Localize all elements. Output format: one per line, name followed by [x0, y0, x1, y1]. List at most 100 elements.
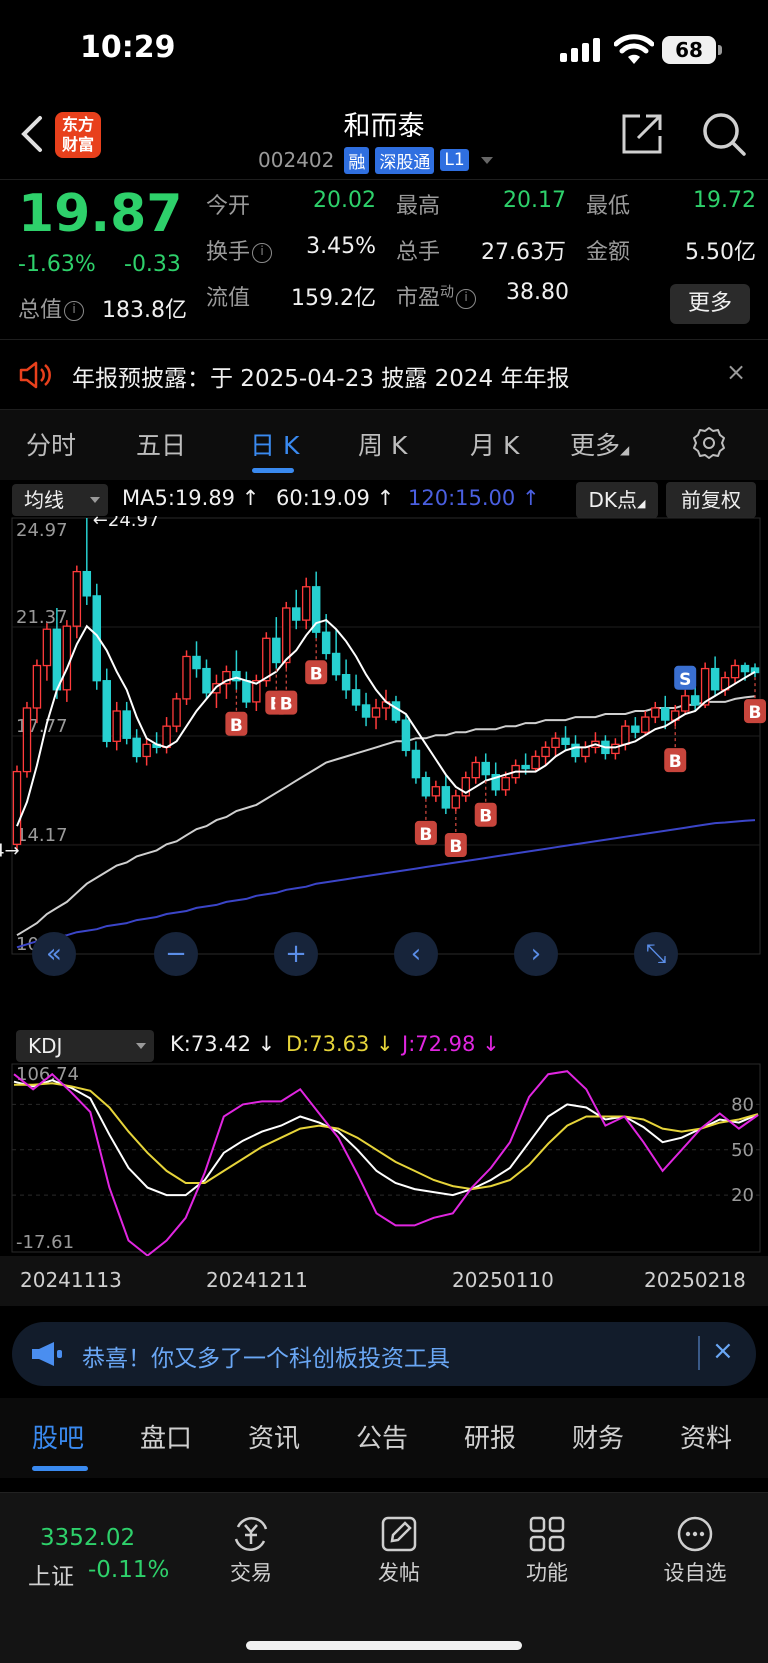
- tab-intraday[interactable]: 分时: [26, 426, 76, 462]
- chevron-left-icon[interactable]: ‹: [394, 932, 438, 976]
- chevron-right-icon[interactable]: ›: [514, 932, 558, 976]
- fullscreen-icon[interactable]: ⤡: [634, 932, 678, 976]
- signal-label: B: [449, 837, 462, 857]
- zoom-out-icon[interactable]: −: [154, 932, 198, 976]
- high-value: 20.17: [503, 188, 566, 213]
- high-label: 最高: [396, 194, 441, 219]
- j-readout: J:72.98 ↓: [402, 1032, 500, 1056]
- stock-code-row[interactable]: 002402 融 深股通 L1: [258, 146, 493, 174]
- tab-monthly-k[interactable]: 月 K: [470, 426, 519, 462]
- low-annotation: 16.04→: [0, 840, 20, 861]
- candle-body: [651, 707, 660, 718]
- turnover-label[interactable]: 换手 i: [206, 234, 273, 266]
- more-button[interactable]: 更多: [670, 284, 750, 324]
- promo-text: 恭喜！你又多了一个科创板投资工具: [82, 1346, 450, 1372]
- candle: [32, 659, 42, 724]
- candle: [411, 741, 421, 784]
- index-change[interactable]: -0.11%: [88, 1557, 169, 1583]
- candle: [611, 738, 620, 760]
- indicator-select[interactable]: 均线: [12, 484, 108, 516]
- gear-icon[interactable]: [692, 426, 726, 460]
- float-value: 159.2亿: [291, 286, 376, 311]
- tab-research[interactable]: 研报: [464, 1418, 516, 1455]
- candle: [581, 741, 590, 763]
- candle-body: [122, 710, 131, 739]
- y-tick-label: 14.17: [16, 825, 68, 846]
- amount-value: 5.50亿: [685, 240, 756, 265]
- tab-orderbook[interactable]: 盘口: [140, 1418, 192, 1455]
- tab-announcements[interactable]: 公告: [356, 1418, 408, 1455]
- index-name[interactable]: 上证: [28, 1557, 74, 1591]
- candle: [750, 663, 760, 678]
- candle: [451, 789, 461, 811]
- stock-code: 002402: [258, 148, 335, 172]
- buy-signal: B: [275, 668, 298, 715]
- zoom-in-icon[interactable]: +: [274, 932, 318, 976]
- candle: [421, 771, 431, 799]
- candlestick-chart[interactable]: 24.9721.3717.7714.1710.58←24.9716.04→BBB…: [0, 516, 768, 1026]
- candle-body: [22, 707, 32, 773]
- tab-five-day[interactable]: 五日: [136, 426, 186, 462]
- candle: [22, 701, 32, 778]
- tab-daily-k[interactable]: 日 K: [250, 426, 299, 462]
- home-indicator: [246, 1641, 522, 1650]
- candle-body: [202, 667, 211, 694]
- candle: [291, 589, 301, 630]
- double-left-icon[interactable]: «: [32, 932, 76, 976]
- candle: [42, 623, 52, 681]
- announcement-bar[interactable]: 年报预披露：于 2025-04-23 披露 2024 年年报 ×: [0, 340, 768, 410]
- nav-add-watchlist[interactable]: 设自选: [640, 1513, 750, 1587]
- date-tick: 20250218: [644, 1268, 746, 1292]
- signal-label: B: [479, 807, 492, 827]
- tab-more[interactable]: 更多◢: [570, 426, 629, 462]
- adjust-button[interactable]: 前复权: [666, 482, 756, 518]
- nav-trade[interactable]: 交易: [196, 1513, 306, 1587]
- candle: [122, 701, 131, 745]
- close-icon[interactable]: ×: [726, 358, 746, 386]
- dk-point-button[interactable]: DK点◢: [576, 482, 658, 518]
- open-value: 20.02: [313, 188, 376, 213]
- candle-body: [750, 667, 760, 674]
- close-icon[interactable]: ×: [712, 1336, 734, 1366]
- candle-body: [112, 710, 121, 742]
- amount-label: 金额: [586, 240, 631, 265]
- candle: [361, 692, 371, 727]
- index-value[interactable]: 3352.02: [40, 1525, 135, 1551]
- chart-nav-glyph: +: [285, 939, 307, 969]
- candle: [232, 650, 241, 690]
- tab-news[interactable]: 资讯: [248, 1418, 300, 1455]
- wifi-icon: [614, 34, 654, 64]
- signal-label: B: [280, 695, 293, 715]
- kdj-indicator-select[interactable]: KDJ: [16, 1030, 154, 1062]
- change-amount: -0.33: [124, 252, 181, 277]
- candle: [132, 729, 141, 763]
- chart-nav-glyph: ‹: [411, 939, 421, 969]
- candle-body: [42, 628, 52, 667]
- search-icon[interactable]: [700, 110, 748, 158]
- candle: [441, 774, 451, 815]
- tab-forum[interactable]: 股吧: [32, 1418, 84, 1455]
- nav-post[interactable]: 发帖: [344, 1513, 454, 1587]
- tab-profile[interactable]: 资料: [680, 1418, 732, 1455]
- candle: [631, 717, 640, 739]
- nav-functions[interactable]: 功能: [492, 1513, 602, 1587]
- candle: [431, 780, 441, 802]
- candle-body: [451, 795, 461, 809]
- battery-tip: [718, 45, 722, 55]
- kdj-chart[interactable]: 106.74805020-17.61: [0, 1062, 768, 1262]
- trade-icon: [234, 1517, 268, 1551]
- d-readout: D:73.63 ↓: [286, 1032, 394, 1056]
- candle: [182, 650, 191, 705]
- last-price: 19.87: [18, 184, 183, 244]
- y-tick-label: 21.37: [16, 607, 68, 628]
- candle: [710, 656, 720, 696]
- tab-financials[interactable]: 财务: [572, 1418, 624, 1455]
- candle-body: [521, 764, 530, 770]
- tab-weekly-k[interactable]: 周 K: [358, 426, 407, 462]
- market-value-label[interactable]: 总值 i: [18, 292, 85, 324]
- share-icon[interactable]: [620, 112, 664, 156]
- candle-body: [631, 725, 640, 733]
- candle-body: [82, 570, 92, 597]
- promo-banner[interactable]: 恭喜！你又多了一个科创板投资工具 ×: [12, 1322, 756, 1386]
- pe-label[interactable]: 市盈动 i: [396, 280, 477, 312]
